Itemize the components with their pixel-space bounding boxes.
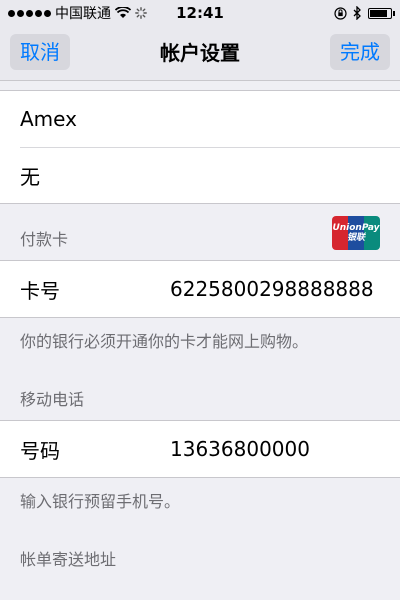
card-number-row[interactable]: 卡号 6225800298888888 <box>0 261 400 317</box>
section-header-label: 移动电话 <box>20 390 85 409</box>
card-number-group: 卡号 6225800298888888 <box>0 260 400 318</box>
card-type-option-none: 无 <box>20 164 40 189</box>
carrier-name: 中国联通 <box>55 6 111 22</box>
status-right <box>334 6 395 20</box>
section-header-label: 帐单寄送地址 <box>20 550 117 569</box>
status-left: 中国联通 <box>8 3 147 23</box>
navigation-bar: 帐户设置 取消 完成 <box>0 26 400 81</box>
bluetooth-icon <box>353 6 361 20</box>
battery-fill <box>370 9 387 17</box>
mobile-phone-section-header: 移动电话 <box>0 364 400 420</box>
unionpay-logo-text: UnionPay 银联 <box>332 223 380 243</box>
phone-number-label: 号码 <box>20 438 60 463</box>
list-item[interactable]: 无 <box>0 147 400 203</box>
billing-address-section-header: 帐单寄送地址 <box>0 524 400 580</box>
done-button[interactable]: 完成 <box>330 34 390 70</box>
battery-icon <box>368 7 395 19</box>
phone-footer: 输入银行预留手机号。 <box>20 492 181 511</box>
card-type-option-amex: Amex <box>20 107 77 131</box>
loading-spinner-icon <box>135 7 147 19</box>
cancel-button[interactable]: 取消 <box>10 34 70 70</box>
unionpay-logo: UnionPay 银联 <box>332 216 380 250</box>
phone-number-row[interactable]: 号码 13636800000 <box>0 421 400 477</box>
payment-card-footer: 你的银行必须开通你的卡才能网上购物。 <box>20 332 309 351</box>
orientation-lock-icon <box>334 6 347 20</box>
payment-card-section-header: 付款卡 UnionPay 银联 <box>0 204 400 260</box>
list-item[interactable]: Amex <box>0 91 400 147</box>
wifi-icon <box>115 7 131 18</box>
phone-number-group: 号码 13636800000 <box>0 420 400 478</box>
signal-strength-icon <box>8 9 51 17</box>
status-bar: 中国联通 12:41 <box>0 0 400 26</box>
card-number-label: 卡号 <box>20 278 60 303</box>
settings-list: Amex 无 付款卡 UnionPay 银联 卡号 62258002988888… <box>0 80 400 580</box>
card-number-field[interactable]: 6225800298888888 <box>170 277 374 301</box>
section-header-label: 付款卡 <box>20 230 69 249</box>
card-type-group: Amex 无 <box>0 90 400 204</box>
phone-number-field[interactable]: 13636800000 <box>170 437 310 461</box>
